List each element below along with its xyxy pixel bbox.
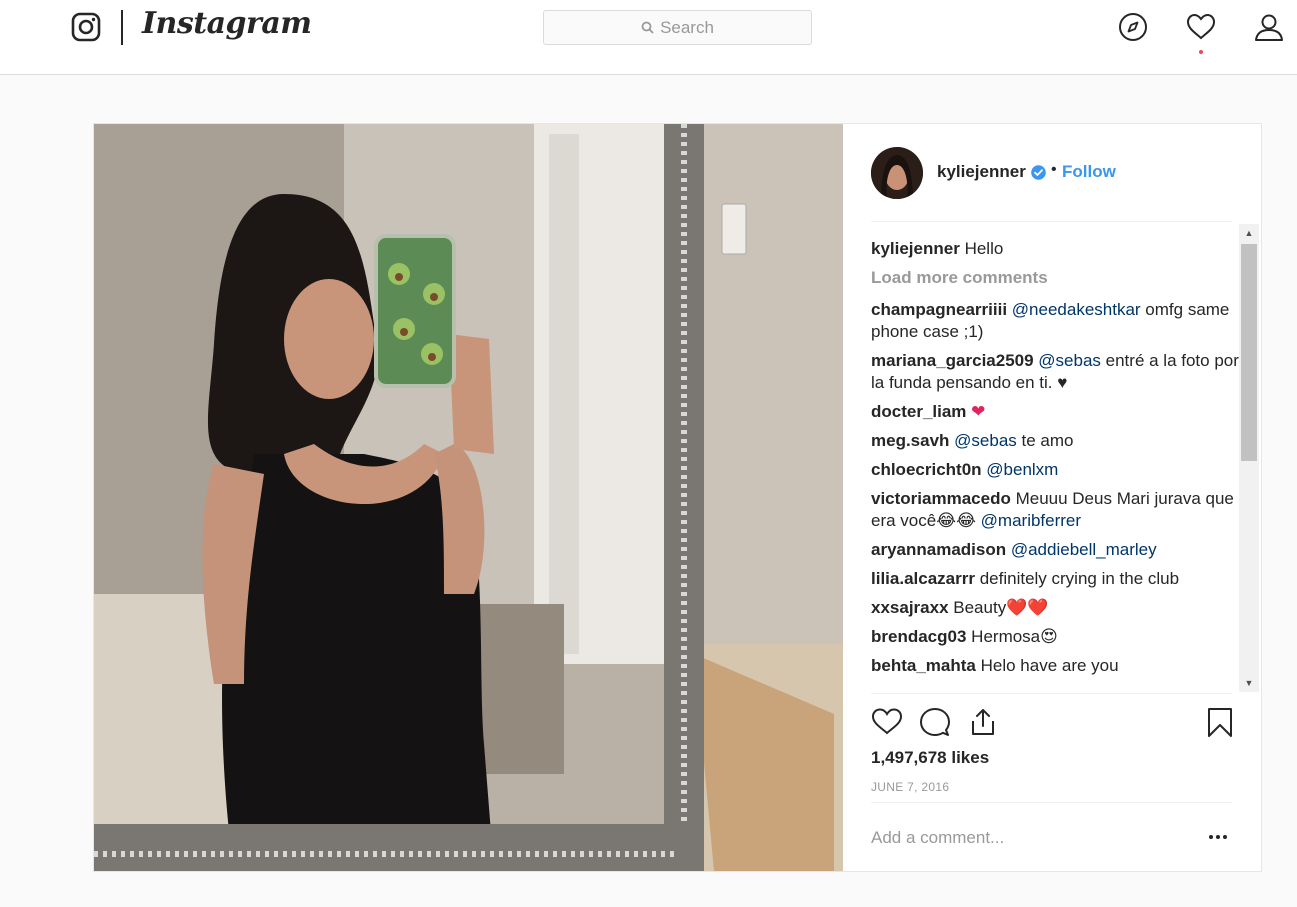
header-separator: • bbox=[1051, 161, 1057, 178]
comment-item: victoriammacedo Meuuu Deus Mari jurava q… bbox=[871, 488, 1241, 532]
comment-mention[interactable]: @needakeshtkar bbox=[1012, 300, 1141, 319]
comments-list: kyliejenner Hello Load more comments cha… bbox=[871, 238, 1241, 690]
post-actions bbox=[871, 706, 1232, 738]
caption-username[interactable]: kyliejenner bbox=[871, 239, 960, 258]
logo-divider bbox=[121, 10, 123, 45]
like-heart-icon[interactable] bbox=[871, 706, 903, 738]
scroll-down-arrow-icon[interactable]: ▼ bbox=[1239, 674, 1259, 692]
share-icon[interactable] bbox=[967, 706, 999, 738]
comment-bubble-icon[interactable] bbox=[919, 706, 951, 738]
heart-icon[interactable] bbox=[1186, 12, 1216, 42]
instagram-glyph-icon[interactable] bbox=[71, 12, 101, 42]
comment-text: definitely crying in the club bbox=[979, 569, 1180, 588]
comment-mention[interactable]: @addiebell_marley bbox=[1011, 540, 1157, 559]
comment-username[interactable]: chloecricht0n bbox=[871, 460, 982, 479]
caption-text: Hello bbox=[964, 239, 1004, 258]
comments-scrollbar[interactable]: ▲ ▼ bbox=[1239, 224, 1259, 692]
add-comment-input[interactable] bbox=[871, 824, 1171, 852]
scroll-up-arrow-icon[interactable]: ▲ bbox=[1239, 224, 1259, 242]
compass-icon[interactable] bbox=[1118, 12, 1148, 42]
load-more-comments-button[interactable]: Load more comments bbox=[871, 267, 1241, 289]
post-header: kyliejenner • Follow bbox=[843, 124, 1261, 222]
caption: kyliejenner Hello bbox=[871, 238, 1241, 260]
likes-count[interactable]: 1,497,678 likes bbox=[871, 748, 989, 768]
comment-input-divider bbox=[871, 802, 1232, 803]
comment-username[interactable]: mariana_garcia2509 bbox=[871, 351, 1034, 370]
verified-badge-icon bbox=[1031, 165, 1046, 180]
profile-icon[interactable] bbox=[1254, 12, 1284, 42]
comment-mention[interactable]: @sebas bbox=[1038, 351, 1101, 370]
comment-username[interactable]: lilia.alcazarrr bbox=[871, 569, 975, 588]
actions-divider bbox=[871, 693, 1232, 694]
search-box[interactable]: Search bbox=[543, 10, 812, 45]
comment-username[interactable]: champagnearriiii bbox=[871, 300, 1007, 319]
more-options-icon[interactable] bbox=[1205, 824, 1231, 850]
notification-dot bbox=[1199, 50, 1203, 54]
bookmark-save-icon[interactable] bbox=[1204, 706, 1236, 738]
post-card: kyliejenner • Follow kyliejenner Hello L… bbox=[93, 123, 1262, 872]
comment-text: te amo bbox=[1016, 431, 1074, 450]
comment-username[interactable]: brendacg03 bbox=[871, 627, 966, 646]
comment-username[interactable]: victoriammacedo bbox=[871, 489, 1011, 508]
follow-button[interactable]: Follow bbox=[1062, 162, 1116, 182]
comment-emoji: ❤ bbox=[971, 402, 986, 421]
comment-item: lilia.alcazarrr definitely crying in the… bbox=[871, 568, 1241, 590]
post-date[interactable]: JUNE 7, 2016 bbox=[871, 780, 949, 794]
comment-mention[interactable]: @sebas bbox=[954, 431, 1017, 450]
comment-item: champagnearriiii @needakeshtkar omfg sam… bbox=[871, 299, 1241, 343]
comment-item: meg.savh @sebas te amo bbox=[871, 430, 1241, 452]
comment-username[interactable]: xxsajraxx bbox=[871, 598, 949, 617]
comment-item: chloecricht0n @benlxm bbox=[871, 459, 1241, 481]
comment-item: xxsajraxx Beauty❤️❤️ bbox=[871, 597, 1241, 619]
comment-item: brendacg03 Hermosa😍 bbox=[871, 626, 1241, 648]
comment-mention[interactable]: @benlxm bbox=[986, 460, 1058, 479]
comment-item: aryannamadison @addiebell_marley bbox=[871, 539, 1241, 561]
search-placeholder: Search bbox=[660, 17, 714, 37]
comment-mention[interactable]: @maribferrer bbox=[981, 511, 1081, 530]
post-sidebar: kyliejenner • Follow kyliejenner Hello L… bbox=[843, 124, 1261, 871]
search-icon bbox=[641, 21, 654, 34]
post-photo[interactable] bbox=[94, 124, 843, 871]
comment-text: Helo have are you bbox=[980, 656, 1119, 675]
post-username[interactable]: kyliejenner bbox=[937, 162, 1026, 182]
scrollbar-thumb[interactable] bbox=[1241, 244, 1257, 461]
comment-username[interactable]: behta_mahta bbox=[871, 656, 976, 675]
comment-item: docter_liam ❤ bbox=[871, 401, 1241, 423]
header-divider bbox=[871, 221, 1232, 222]
comment-text: Hermosa😍 bbox=[971, 627, 1058, 646]
comment-username[interactable]: docter_liam bbox=[871, 402, 966, 421]
comment-item: mariana_garcia2509 @sebas entré a la fot… bbox=[871, 350, 1241, 394]
comment-text: Beauty❤️❤️ bbox=[953, 598, 1049, 617]
comment-username[interactable]: aryannamadison bbox=[871, 540, 1006, 559]
comment-item: behta_mahta Helo have are you bbox=[871, 655, 1241, 677]
instagram-wordmark[interactable]: Instagram bbox=[142, 6, 312, 41]
top-navigation: Instagram Search bbox=[0, 0, 1297, 75]
avatar[interactable] bbox=[871, 147, 923, 199]
comment-username[interactable]: meg.savh bbox=[871, 431, 949, 450]
mirror-selfie-image bbox=[94, 124, 843, 871]
